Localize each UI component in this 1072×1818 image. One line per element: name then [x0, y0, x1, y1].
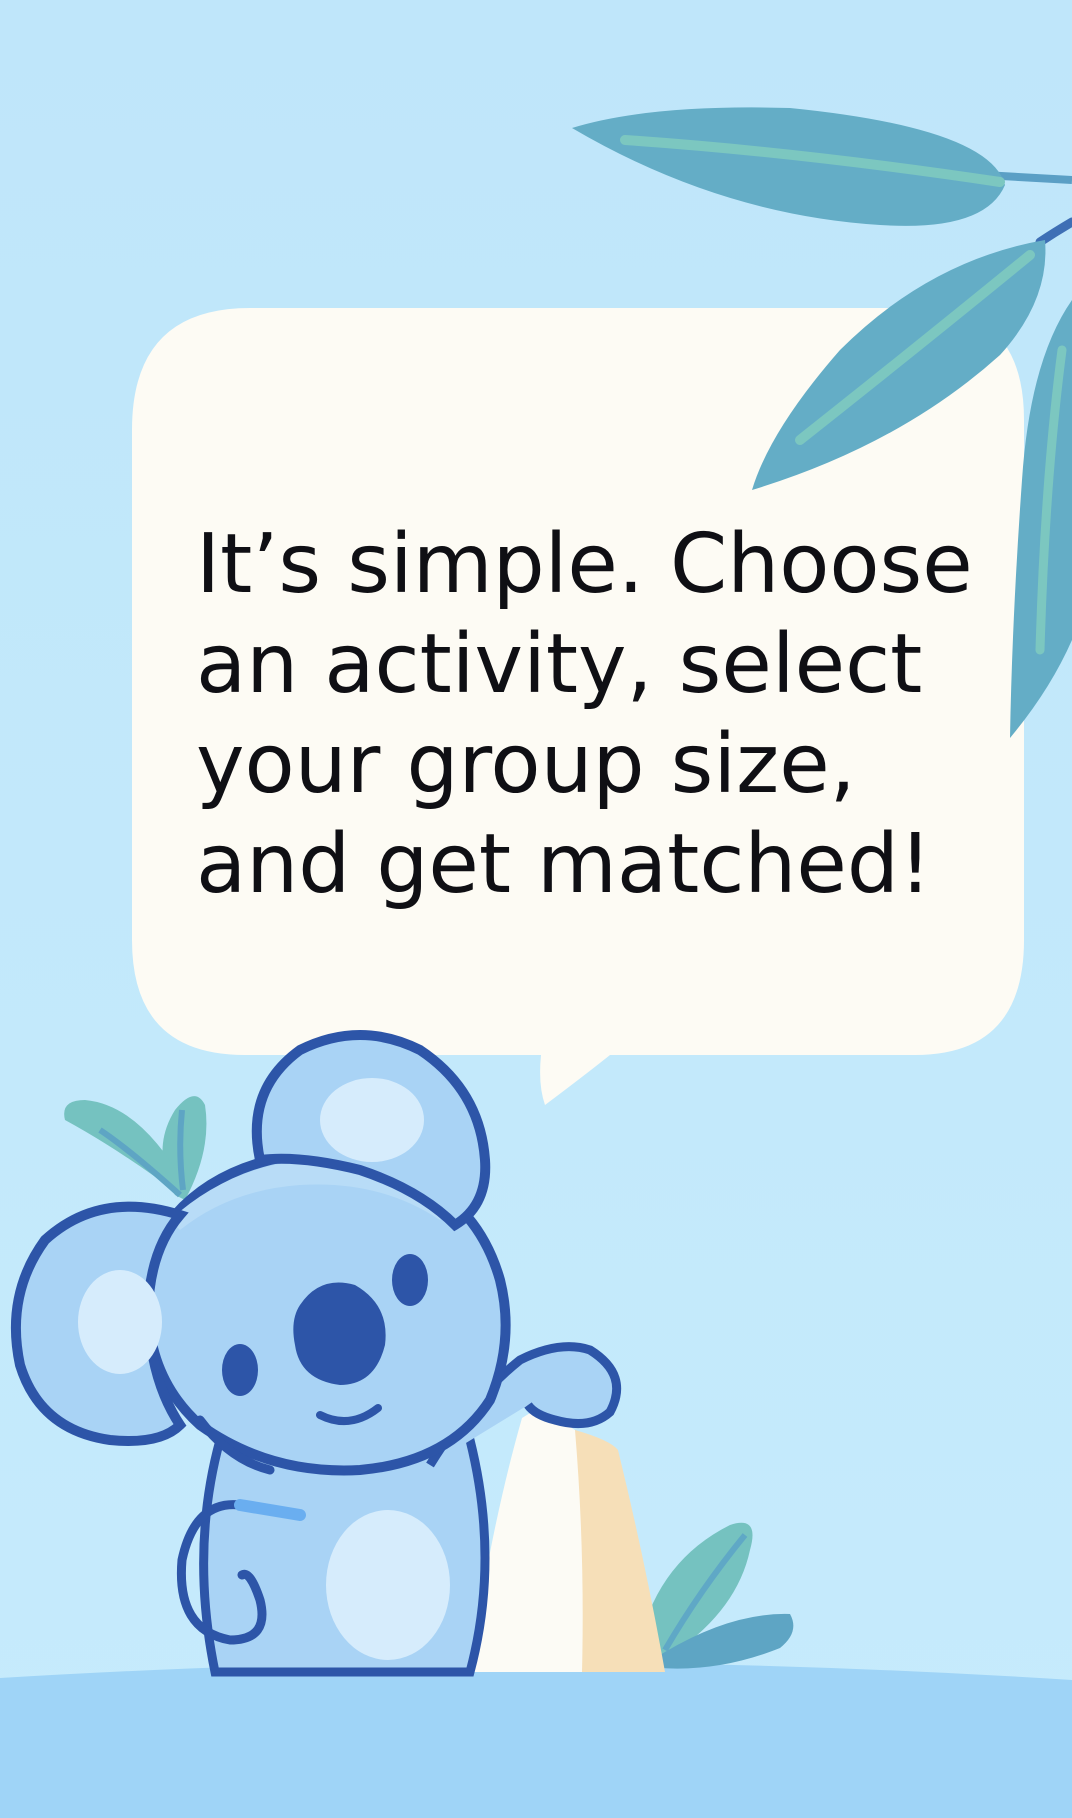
speech-bubble-message: It’s simple. Choose an activity, select …: [196, 515, 1026, 915]
leaf-cluster-right-icon: [640, 1522, 794, 1669]
message-line-4: and get matched!: [196, 817, 932, 912]
eucalyptus-stick: [470, 1410, 665, 1672]
message-line-3: your group size,: [196, 717, 856, 812]
message-line-1: It’s simple. Choose: [196, 517, 973, 612]
ground: [0, 1661, 1072, 1818]
message-line-2: an activity, select: [196, 617, 923, 712]
